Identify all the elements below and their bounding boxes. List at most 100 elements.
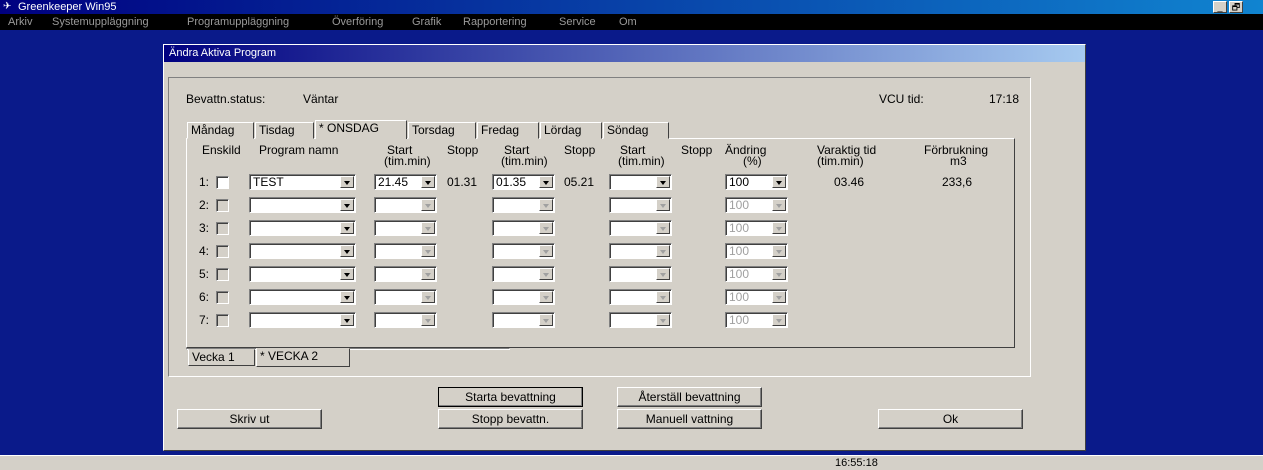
chevron-down-icon[interactable] [421,314,435,326]
start-3-select[interactable] [609,197,672,213]
chevron-down-icon[interactable] [656,222,670,234]
chevron-down-icon[interactable] [421,245,435,257]
chevron-down-icon[interactable] [772,199,786,211]
start-2-select[interactable] [492,220,555,236]
start-2-select[interactable] [492,266,555,282]
start-1-select[interactable]: 21.45 [374,174,437,190]
andring-select[interactable]: 100 [725,174,788,190]
chevron-down-icon[interactable] [656,245,670,257]
program-select[interactable]: TEST [249,174,356,190]
tab-torsdag[interactable]: Torsdag [408,122,476,139]
chevron-down-icon[interactable] [656,176,670,188]
chevron-down-icon[interactable] [421,268,435,280]
chevron-down-icon[interactable] [772,291,786,303]
chevron-down-icon[interactable] [340,291,354,303]
andring-select[interactable]: 100 [725,289,788,305]
chevron-down-icon[interactable] [539,245,553,257]
start-2-select[interactable]: 01.35 [492,174,555,190]
chevron-down-icon[interactable] [340,199,354,211]
ok-button[interactable]: Ok [878,409,1023,429]
chevron-down-icon[interactable] [772,222,786,234]
enskild-checkbox[interactable] [216,245,229,258]
program-select[interactable] [249,289,356,305]
tab-onsdag[interactable]: * ONSDAG [315,120,407,139]
start-2-select[interactable] [492,312,555,328]
start-2-select[interactable] [492,197,555,213]
start-3-select[interactable] [609,312,672,328]
start-1-select[interactable] [374,197,437,213]
chevron-down-icon[interactable] [656,268,670,280]
andring-select[interactable]: 100 [725,266,788,282]
chevron-down-icon[interactable] [656,314,670,326]
chevron-down-icon[interactable] [539,291,553,303]
menu-om[interactable]: Om [619,15,637,29]
program-select[interactable] [249,312,356,328]
start-1-select[interactable] [374,243,437,259]
tab-tisdag[interactable]: Tisdag [255,122,314,139]
andring-select[interactable]: 100 [725,243,788,259]
menu-grafik[interactable]: Grafik [412,15,441,29]
menu-overforing[interactable]: Överföring [332,15,383,29]
chevron-down-icon[interactable] [539,199,553,211]
tab-sondag[interactable]: Söndag [603,122,669,139]
enskild-checkbox[interactable] [216,314,229,327]
menu-arkiv[interactable]: Arkiv [8,15,32,29]
start-2-select[interactable] [492,243,555,259]
chevron-down-icon[interactable] [772,176,786,188]
menu-programupplaggning[interactable]: Programuppläggning [187,15,289,29]
program-select[interactable] [249,197,356,213]
start-1-select[interactable] [374,266,437,282]
enskild-checkbox[interactable] [216,199,229,212]
chevron-down-icon[interactable] [539,176,553,188]
start-3-select[interactable] [609,289,672,305]
chevron-down-icon[interactable] [772,245,786,257]
chevron-down-icon[interactable] [772,314,786,326]
chevron-down-icon[interactable] [656,199,670,211]
start-3-select[interactable] [609,174,672,190]
aterstall-bevattning-button[interactable]: Återställ bevattning [617,387,762,407]
chevron-down-icon[interactable] [539,222,553,234]
chevron-down-icon[interactable] [340,176,354,188]
menu-rapportering[interactable]: Rapportering [463,15,527,29]
skriv-ut-button[interactable]: Skriv ut [177,409,322,429]
enskild-checkbox[interactable] [216,291,229,304]
chevron-down-icon[interactable] [340,222,354,234]
chevron-down-icon[interactable] [421,176,435,188]
chevron-down-icon[interactable] [340,314,354,326]
andring-select[interactable]: 100 [725,312,788,328]
enskild-checkbox[interactable] [216,176,229,189]
chevron-down-icon[interactable] [539,314,553,326]
program-select[interactable] [249,220,356,236]
chevron-down-icon[interactable] [539,268,553,280]
starta-bevattning-button[interactable]: Starta bevattning [438,387,583,407]
tab-lordag[interactable]: Lördag [540,122,602,139]
minimize-button[interactable]: _ [1213,1,1227,13]
start-3-select[interactable] [609,243,672,259]
chevron-down-icon[interactable] [340,245,354,257]
manuell-vattning-button[interactable]: Manuell vattning [617,409,762,429]
chevron-down-icon[interactable] [421,222,435,234]
tab-mandag[interactable]: Måndag [187,122,254,139]
chevron-down-icon[interactable] [421,291,435,303]
chevron-down-icon[interactable] [772,268,786,280]
chevron-down-icon[interactable] [421,199,435,211]
menu-service[interactable]: Service [559,15,596,29]
program-select[interactable] [249,243,356,259]
andring-select[interactable]: 100 [725,197,788,213]
tab-fredag[interactable]: Fredag [477,122,539,139]
menu-systemupplaggning[interactable]: Systemuppläggning [52,15,149,29]
enskild-checkbox[interactable] [216,268,229,281]
restore-button[interactable]: 🗗 [1229,1,1243,13]
start-2-select[interactable] [492,289,555,305]
program-select[interactable] [249,266,356,282]
andring-select[interactable]: 100 [725,220,788,236]
enskild-checkbox[interactable] [216,222,229,235]
start-1-select[interactable] [374,312,437,328]
tab-vecka-2[interactable]: * VECKA 2 [256,348,350,367]
start-3-select[interactable] [609,266,672,282]
start-1-select[interactable] [374,220,437,236]
stopp-bevattning-button[interactable]: Stopp bevattn. [438,409,583,429]
chevron-down-icon[interactable] [656,291,670,303]
chevron-down-icon[interactable] [340,268,354,280]
start-1-select[interactable] [374,289,437,305]
